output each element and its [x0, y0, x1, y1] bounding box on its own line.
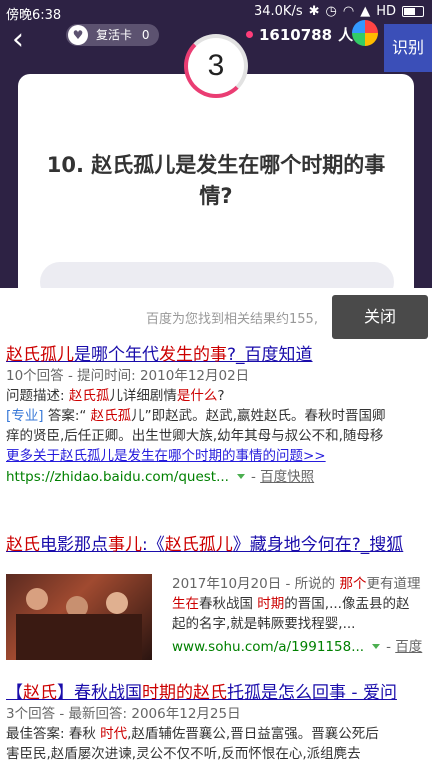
pro-tag: [专业] — [6, 408, 44, 424]
revive-card-label: 复活卡 — [96, 28, 133, 42]
chevron-down-icon[interactable] — [236, 474, 245, 479]
desc-text: 儿详细剧情 — [109, 388, 177, 404]
result-snippet-line: 起的名字,就是韩厥要找程婴,... — [172, 616, 356, 632]
search-result: 赵氏电影那点事儿:《赵氏孤儿》藏身地今何在?_搜狐 2017年10月20日 - … — [6, 534, 432, 660]
pinwheel-icon[interactable] — [352, 20, 378, 46]
live-dot-icon — [246, 31, 253, 38]
chevron-down-icon[interactable] — [372, 644, 381, 649]
network-speed: 34.0K/s — [253, 4, 303, 19]
title-highlight: 赵氏孤儿 — [164, 535, 233, 555]
answer-text: 儿”即赵武。赵武,嬴姓赵氏。春秋时晋国卿 — [131, 408, 386, 424]
desc-label: 问题描述: — [6, 388, 69, 404]
title-highlight: 时期的赵氏 — [142, 683, 227, 703]
signal-icon: ▲ — [360, 4, 371, 19]
battery-icon — [402, 6, 424, 17]
snippet-text: 的晋国,...像盂县的赵 — [284, 596, 410, 612]
separator: - — [386, 639, 396, 655]
question-text: 10. 赵氏孤儿是发生在哪个时期的事 情? — [20, 150, 412, 212]
result-meta: 3个回答 - 最新回答: 2006年12月25日 — [6, 706, 241, 722]
result-title-link[interactable]: 赵氏孤儿是哪个年代发生的事?_百度知道 — [6, 344, 432, 366]
result-answer: [专业] 答案:“ 赵氏孤儿”即赵武。赵武,嬴姓赵氏。春秋时晋国卿 — [6, 406, 432, 426]
results-summary: 百度为您找到相关结果约155, — [146, 312, 318, 327]
status-time: 傍晚6:38 — [6, 8, 62, 23]
snapshot-link[interactable]: 百度 — [395, 639, 422, 655]
result-answer-line-2: 害臣民,赵盾屡次进谏,灵公不仅不听,反而怀恨在心,派组麂去 — [6, 746, 361, 762]
snippet-highlight: 生在 — [172, 596, 199, 612]
title-text: 》藏身地今何在?_搜狐 — [232, 535, 404, 555]
question-line-1: 10. 赵氏孤儿是发生在哪个时期的事 — [46, 153, 386, 177]
date-text: 2017年10月20日 - 所说的 — [172, 576, 340, 592]
more-questions-link[interactable]: 更多关于赵氏孤儿是发生在哪个时期的事情的问题>> — [6, 446, 432, 466]
result-url[interactable]: www.sohu.com/a/1991158... — [172, 639, 364, 655]
answer-text: 答案:“ — [43, 408, 91, 424]
title-text: 托孤是怎么回事 - 爱问 — [227, 683, 397, 703]
result-snippet-line: 生在春秋战国 时期的晋国,...像盂县的赵 — [172, 594, 432, 614]
viewer-counter: 1610788 人 — [246, 24, 353, 45]
result-answer-line-2: 痒的贤臣,后任正卿。出生世卿大族,幼年其母与叔公不和,随母移 — [6, 428, 384, 444]
title-text: 是哪个年代 — [74, 345, 159, 365]
countdown-timer: 3 — [184, 34, 248, 98]
date-highlight: 那个 — [339, 576, 367, 592]
result-title-link[interactable]: 【赵氏】春秋战国时期的赵氏托孤是怎么回事 - 爱问 — [6, 682, 432, 704]
result-url-row: www.sohu.com/a/1991158... - 百度 — [172, 636, 432, 658]
date-text: 更有道理 — [366, 576, 421, 592]
bluetooth-icon: ✱ — [308, 4, 320, 19]
title-highlight: 赵氏孤儿 — [6, 345, 74, 365]
close-button[interactable]: 关闭 — [332, 295, 428, 339]
result-title-link[interactable]: 赵氏电影那点事儿:《赵氏孤儿》藏身地今何在?_搜狐 — [6, 534, 432, 556]
viewer-count: 1610788 — [259, 25, 333, 44]
desc-text: ? — [217, 388, 225, 404]
answer-highlight: 赵氏孤 — [90, 408, 132, 424]
search-result: 赵氏孤儿是哪个年代发生的事?_百度知道 10个回答 - 提问时间: 2010年1… — [6, 344, 432, 488]
search-results-panel: 百度为您找到相关结果约155, 关闭 赵氏孤儿是哪个年代发生的事?_百度知道 1… — [0, 288, 432, 768]
viewer-unit: 人 — [338, 26, 354, 44]
search-result: 【赵氏】春秋战国时期的赵氏托孤是怎么回事 - 爱问 3个回答 - 最新回答: 2… — [6, 682, 432, 764]
question-line-2: 情? — [199, 184, 233, 208]
revive-card-count: 0 — [141, 28, 150, 42]
result-meta: 10个回答 - 提问时间: 2010年12月02日 — [6, 368, 250, 384]
title-text: :《 — [142, 535, 165, 555]
result-date-line: 2017年10月20日 - 所说的 那个更有道理 — [172, 574, 432, 594]
back-button[interactable]: ‹ — [12, 24, 40, 60]
heart-icon: ♥ — [68, 25, 88, 45]
separator: - — [250, 469, 261, 485]
answer-text: ,赵盾辅佐晋襄公,晋日益富强。晋襄公死后 — [127, 726, 379, 742]
result-answer: 最佳答案: 春秋 时代,赵盾辅佐晋襄公,晋日益富强。晋襄公死后 — [6, 724, 432, 744]
snapshot-link[interactable]: 百度快照 — [260, 469, 314, 485]
title-text: 电影那点 — [40, 535, 108, 555]
snippet-highlight: 时期 — [257, 596, 285, 612]
result-url[interactable]: https://zhidao.baidu.com/quest... — [6, 469, 229, 485]
hd-label: HD — [376, 4, 396, 19]
title-highlight: 赵氏 — [6, 535, 40, 555]
title-highlight: 发生的事 — [159, 345, 227, 365]
result-thumbnail[interactable] — [6, 574, 152, 660]
title-text: ?_百度知道 — [227, 345, 313, 365]
alarm-icon: ◷ — [325, 4, 337, 19]
scan-button[interactable]: 识别 — [384, 24, 432, 72]
title-text: 【 — [6, 683, 23, 703]
answer-text: 最佳答案: 春秋 — [6, 726, 101, 742]
revive-card-pill[interactable]: ♥ 复活卡 0 — [66, 24, 160, 46]
snippet-text: 春秋战国 — [199, 596, 258, 612]
title-highlight: 事儿 — [108, 535, 142, 555]
title-highlight: 赵氏 — [23, 683, 57, 703]
status-icons: 34.0K/s ✱ ◷ ◠ ▲ HD — [254, 4, 424, 19]
result-description: 问题描述: 赵氏孤儿详细剧情是什么? — [6, 386, 432, 406]
result-url-row: https://zhidao.baidu.com/quest... - 百度快照 — [6, 466, 432, 488]
wifi-icon: ◠ — [342, 4, 355, 19]
desc-highlight: 赵氏孤 — [68, 388, 110, 404]
result-snippet: 2017年10月20日 - 所说的 那个更有道理 生在春秋战国 时期的晋国,..… — [172, 574, 432, 658]
desc-highlight: 是什么 — [176, 388, 218, 404]
title-text: 】春秋战国 — [57, 683, 142, 703]
answer-highlight: 时代 — [100, 726, 128, 742]
